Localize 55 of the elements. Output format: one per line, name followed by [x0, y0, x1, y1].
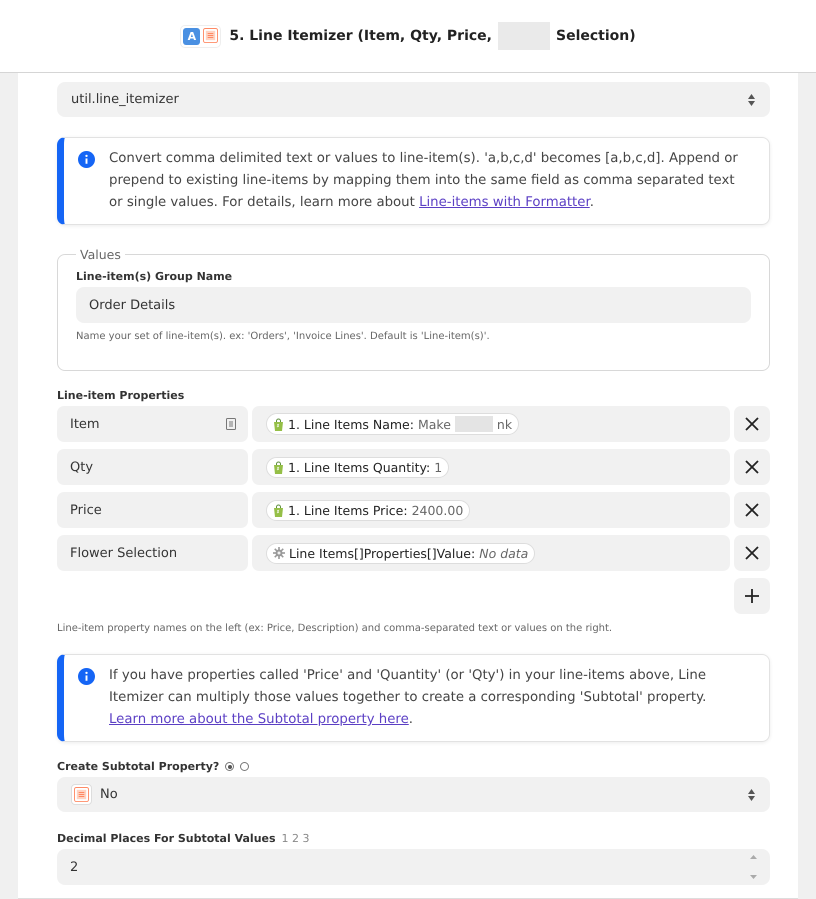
plus-icon — [745, 589, 759, 603]
data-pill[interactable]: 1. Line Items Price: 2400.00 — [266, 500, 470, 520]
field-label: Line-item(s) Group Name — [76, 270, 232, 283]
info-text: Convert comma delimited text or values to line-item(s). 'a,b,c,d' becomes [a,b,c,d]. Append or prepend to existing line-items by mapping them into the same field as comma separated text or single values. For details, learn more about Line-items with Formatter. — [109, 150, 739, 212]
add-button[interactable] — [734, 578, 770, 614]
info-icon — [78, 668, 95, 685]
property-name-field[interactable]: Item — [57, 406, 248, 442]
help-text: Line-item property names on the left (ex: Price, Description) and comma-separated text or values on the right. — [57, 623, 614, 634]
group-legend: Values — [76, 247, 125, 262]
hint-text: 1 2 3 — [282, 832, 310, 845]
radio-button[interactable] — [225, 762, 234, 771]
app-badge: A — [183, 28, 200, 44]
formatter-icon — [203, 28, 218, 42]
field-label: Line-item Properties — [57, 389, 184, 402]
data-pill[interactable]: 1. Line Items Quantity: 1 — [266, 456, 450, 478]
help-link[interactable]: Learn more about the Subtotal property here — [109, 712, 409, 727]
property-value-field[interactable]: Line Items[]Properties[]Value: No data — [252, 535, 730, 571]
spinner-arrows-icon — [750, 853, 757, 881]
subtotal-select[interactable]: No — [57, 777, 770, 812]
remove-button[interactable] — [734, 406, 770, 442]
help-text: Name your set of line-item(s). ex: 'Orders', 'Invoice Lines'. Default is 'Line-item(s)'. — [76, 331, 491, 342]
document-icon — [226, 418, 236, 430]
property-value-field[interactable]: 1. Line Items Quantity: 1 — [252, 449, 730, 485]
help-link[interactable]: Line-items with Formatter — [419, 195, 590, 210]
close-icon — [745, 417, 759, 431]
property-value-field[interactable]: 1. Line Items Name: Make nk — [252, 406, 730, 442]
info-text: If you have properties called 'Price' and 'Quantity' (or 'Qty') in your line-items above, Line Itemizer can multiply those values together to create a corresponding 'Subtotal' property. Learn more about the Subtotal property here. — [109, 667, 708, 729]
info-icon — [78, 151, 95, 168]
remove-button[interactable] — [734, 449, 770, 485]
remove-button[interactable] — [734, 535, 770, 571]
close-icon — [745, 546, 759, 560]
shopping-bag-icon — [273, 460, 284, 474]
data-pill[interactable]: 1. Line Items Name: Make nk — [266, 413, 520, 435]
property-value-field[interactable]: 1. Line Items Price: 2400.00 — [252, 492, 730, 528]
remove-button[interactable] — [734, 492, 770, 528]
redacted-block — [454, 416, 493, 432]
data-pill[interactable]: Line Items[]Properties[]Value: No data — [266, 542, 536, 564]
shopping-bag-icon — [273, 504, 284, 516]
field-label: Decimal Places For Subtotal Values — [57, 832, 276, 845]
close-icon — [745, 503, 759, 517]
updown-icon — [747, 92, 756, 106]
transform-select[interactable]: util.line_itemizer — [57, 82, 770, 117]
field-label: Create Subtotal Property? — [57, 760, 220, 773]
property-name-field[interactable]: Price — [57, 492, 248, 528]
shopping-bag-icon — [273, 418, 284, 430]
decimal-places-field[interactable]: 2 — [57, 849, 770, 885]
property-name-field[interactable]: Qty — [57, 449, 248, 485]
property-name-field[interactable]: Flower Selection — [57, 535, 248, 571]
step-title: Selection) — [556, 28, 636, 44]
group-name-field[interactable]: Order Details — [76, 287, 751, 323]
updown-icon — [747, 788, 756, 802]
close-icon — [745, 460, 759, 474]
gear-icon — [273, 547, 285, 559]
step-title: 5. Line Itemizer (Item, Qty, Price, — [229, 28, 492, 44]
radio-button[interactable] — [240, 762, 250, 771]
